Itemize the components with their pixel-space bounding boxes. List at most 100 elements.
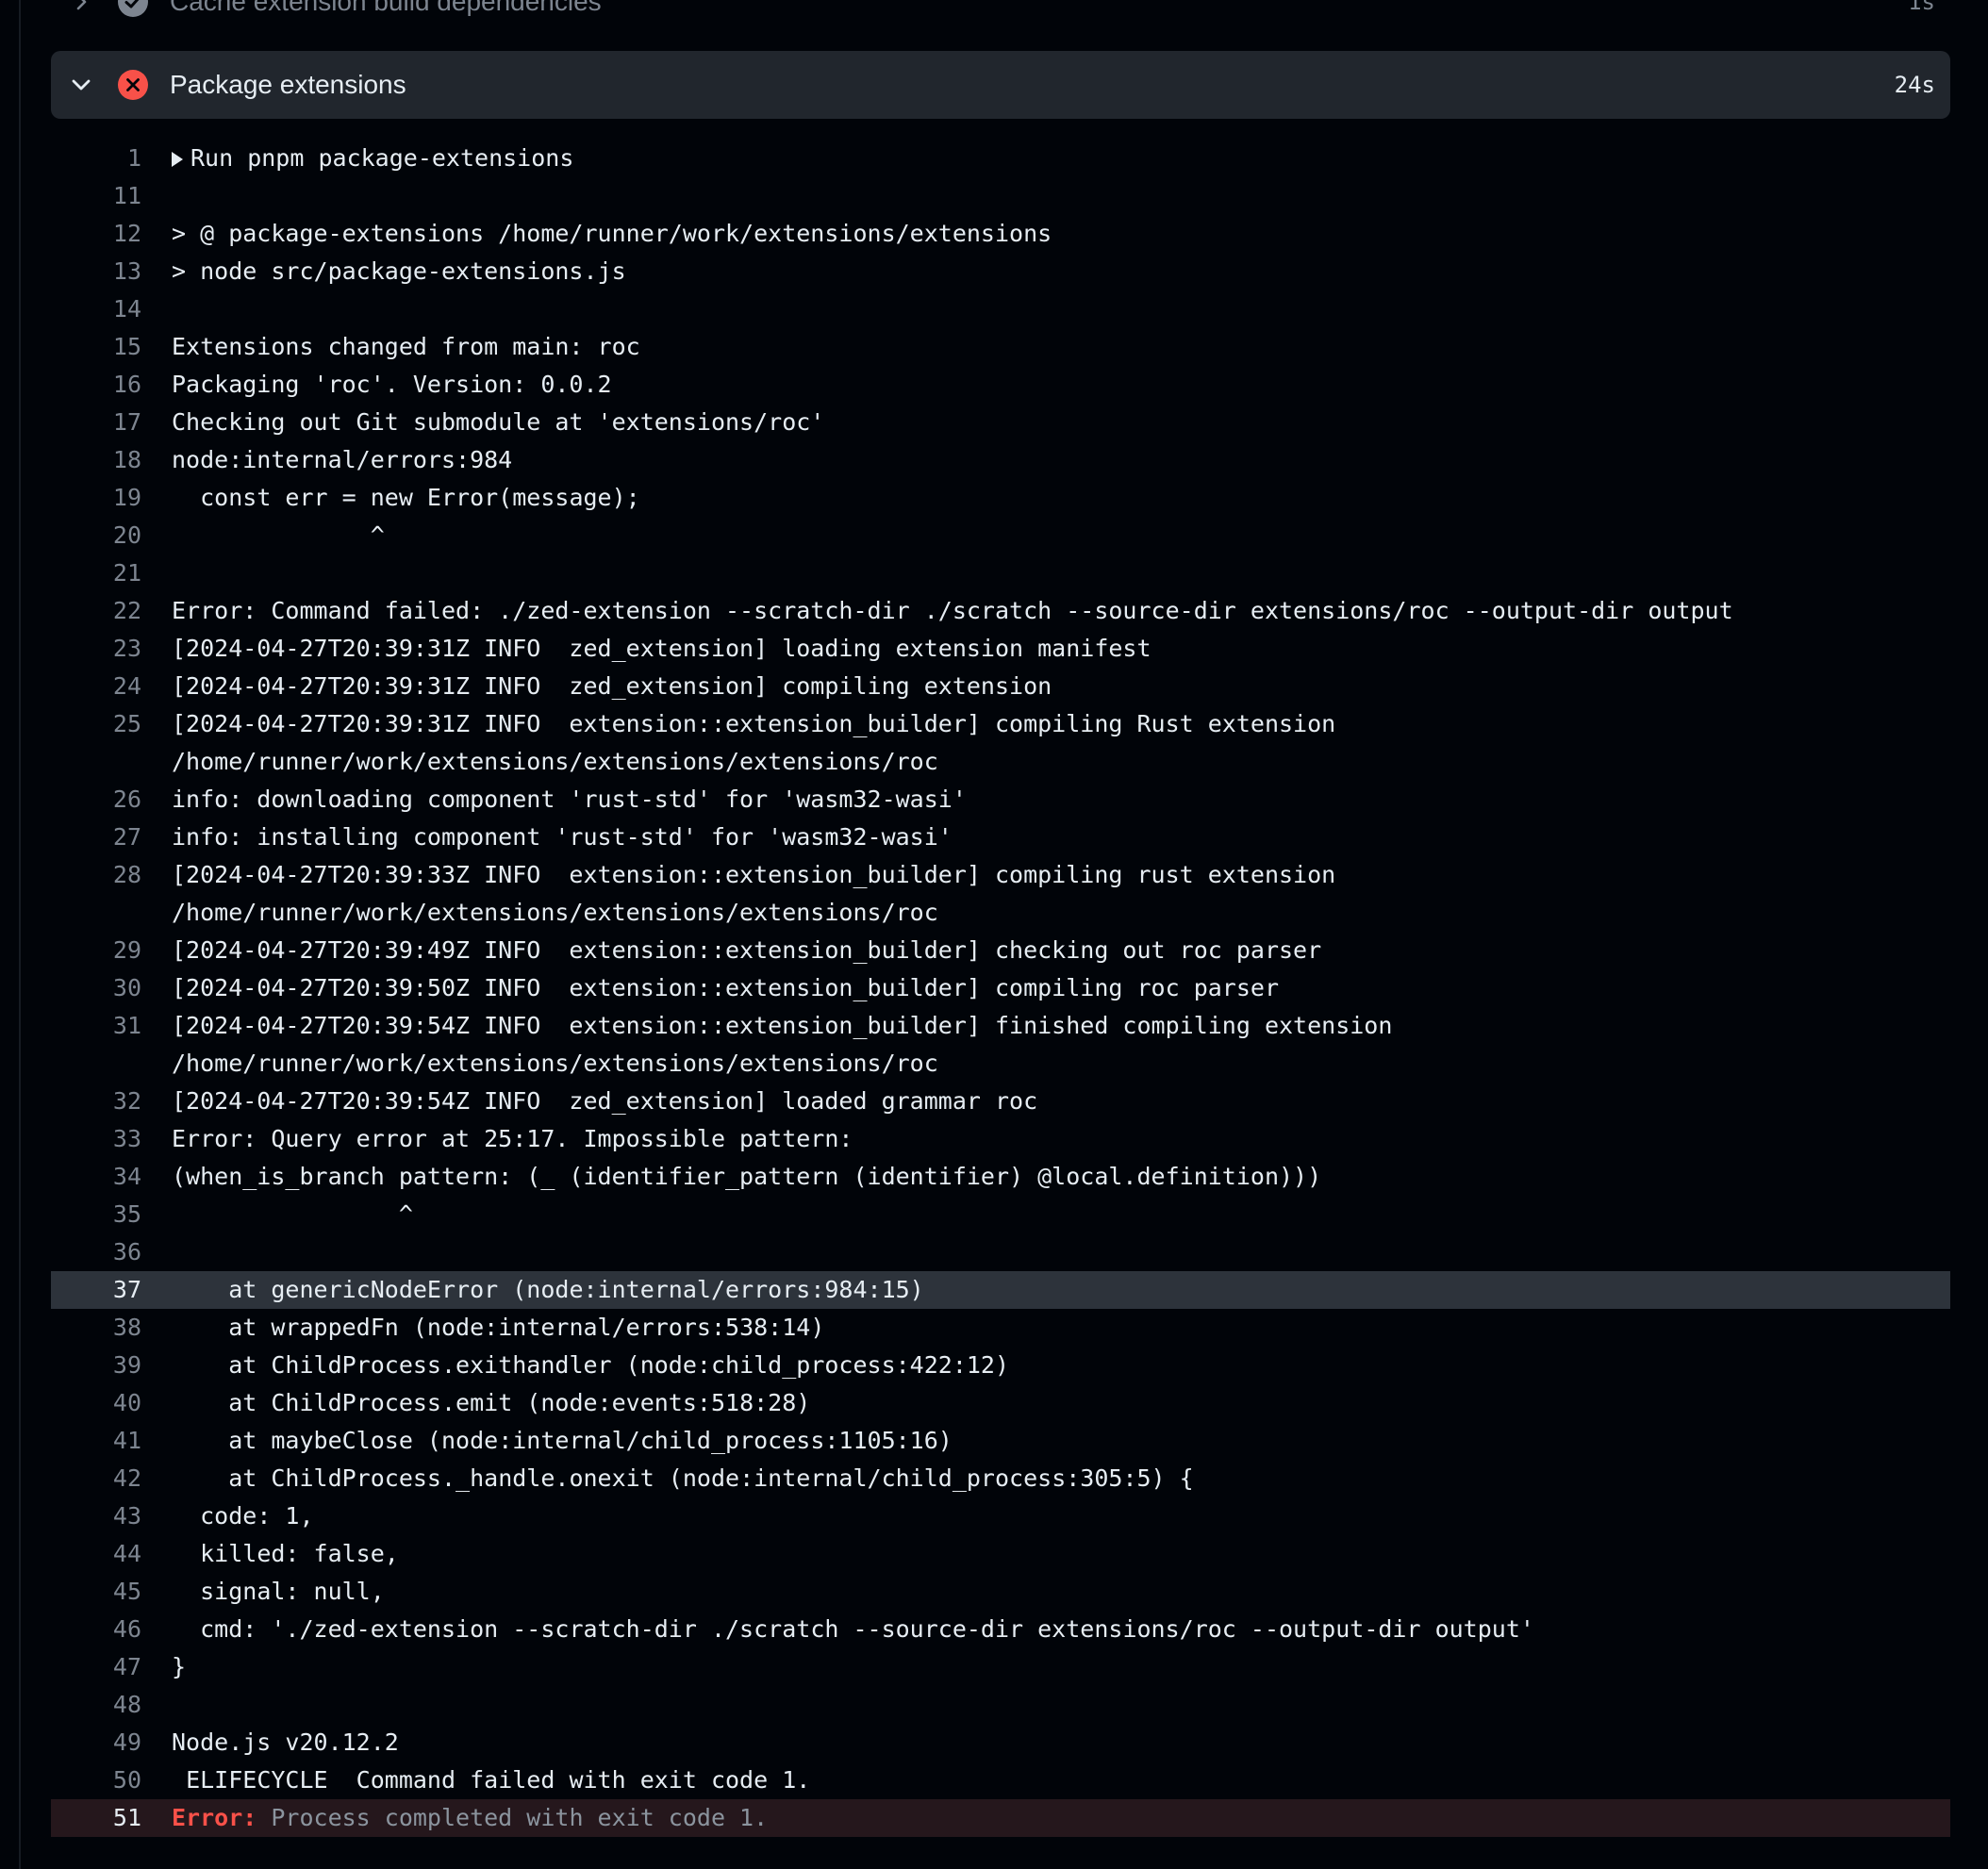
line-number[interactable]: 22 xyxy=(51,592,141,630)
line-number[interactable]: 29 xyxy=(51,932,141,969)
line-number[interactable]: 51 xyxy=(51,1799,141,1837)
line-number[interactable]: 30 xyxy=(51,969,141,1007)
line-number[interactable]: 46 xyxy=(51,1611,141,1648)
line-number[interactable]: 48 xyxy=(51,1686,141,1724)
error-message: Process completed with exit code 1. xyxy=(257,1804,769,1831)
step-header-package-extensions[interactable]: Package extensions 24s xyxy=(51,51,1950,119)
log-text: [2024-04-27T20:39:54Z INFO extension::ex… xyxy=(172,1012,1393,1077)
log-line: 50 ELIFECYCLE Command failed with exit c… xyxy=(51,1761,1950,1799)
log-line: 18 node:internal/errors:984 xyxy=(51,441,1950,479)
log-line: 40 at ChildProcess.emit (node:events:518… xyxy=(51,1384,1950,1422)
log-group-toggle[interactable]: Run pnpm package-extensions xyxy=(141,140,1945,177)
log-text: [2024-04-27T20:39:33Z INFO extension::ex… xyxy=(172,861,1336,926)
log-text: at ChildProcess._handle.onexit (node:int… xyxy=(172,1464,1194,1492)
line-number[interactable]: 16 xyxy=(51,366,141,404)
log-text: > node src/package-extensions.js xyxy=(172,257,626,285)
log-text: info: installing component 'rust-std' fo… xyxy=(172,823,953,851)
log-line-error: 51 Error: Process completed with exit co… xyxy=(51,1799,1950,1837)
line-number[interactable]: 27 xyxy=(51,819,141,856)
line-number[interactable]: 45 xyxy=(51,1573,141,1611)
log-line: 19 const err = new Error(message); xyxy=(51,479,1950,517)
line-number[interactable]: 32 xyxy=(51,1083,141,1120)
line-number[interactable]: 44 xyxy=(51,1535,141,1573)
log-text: [2024-04-27T20:39:54Z INFO zed_extension… xyxy=(172,1087,1038,1115)
line-number[interactable]: 1 xyxy=(51,140,141,177)
line-number[interactable]: 19 xyxy=(51,479,141,517)
line-number[interactable]: 13 xyxy=(51,253,141,290)
log-line: 22 Error: Command failed: ./zed-extensio… xyxy=(51,592,1950,630)
log-text: Error: Command failed: ./zed-extension -… xyxy=(172,597,1733,624)
step-header-cache-dependencies[interactable]: Cache extension build dependencies 1s xyxy=(51,0,1950,32)
step-title: Package extensions xyxy=(170,70,406,99)
log-text: const err = new Error(message); xyxy=(172,484,640,511)
line-number[interactable]: 14 xyxy=(51,290,141,328)
line-number[interactable]: 17 xyxy=(51,404,141,441)
line-number[interactable]: 24 xyxy=(51,668,141,705)
line-number[interactable]: 43 xyxy=(51,1497,141,1535)
line-number[interactable]: 25 xyxy=(51,705,141,743)
log-line: 26 info: downloading component 'rust-std… xyxy=(51,781,1950,819)
log-text: Error: Process completed with exit code … xyxy=(141,1799,1945,1837)
chevron-down-icon[interactable] xyxy=(62,74,100,96)
log-text: ^ xyxy=(172,1200,413,1228)
line-number[interactable]: 26 xyxy=(51,781,141,819)
line-number[interactable]: 41 xyxy=(51,1422,141,1460)
log-line: 38 at wrappedFn (node:internal/errors:53… xyxy=(51,1309,1950,1347)
line-number[interactable]: 28 xyxy=(51,856,141,894)
line-number[interactable]: 20 xyxy=(51,517,141,554)
line-number[interactable]: 33 xyxy=(51,1120,141,1158)
log-text: [2024-04-27T20:39:49Z INFO extension::ex… xyxy=(172,936,1322,964)
log-text: Extensions changed from main: roc xyxy=(172,333,640,360)
log-text: at maybeClose (node:internal/child_proce… xyxy=(172,1427,953,1454)
log-line: 47 } xyxy=(51,1648,1950,1686)
log-line: 29 [2024-04-27T20:39:49Z INFO extension:… xyxy=(51,932,1950,969)
line-number[interactable]: 37 xyxy=(51,1271,141,1309)
log-line: 32 [2024-04-27T20:39:54Z INFO zed_extens… xyxy=(51,1083,1950,1120)
log-line: 28 [2024-04-27T20:39:33Z INFO extension:… xyxy=(51,856,1950,932)
line-number[interactable]: 36 xyxy=(51,1233,141,1271)
chevron-right-icon[interactable] xyxy=(62,0,100,12)
line-number[interactable]: 47 xyxy=(51,1648,141,1686)
step-duration: 24s xyxy=(1894,72,1935,98)
log-line: 36 xyxy=(51,1233,1950,1271)
log-text: } xyxy=(172,1653,187,1680)
log-text: cmd: './zed-extension --scratch-dir ./sc… xyxy=(172,1615,1534,1643)
line-number[interactable]: 40 xyxy=(51,1384,141,1422)
log-text: Packaging 'roc'. Version: 0.0.2 xyxy=(172,371,612,398)
line-number[interactable]: 39 xyxy=(51,1347,141,1384)
log-text: code: 1, xyxy=(172,1502,314,1530)
log-line: 16 Packaging 'roc'. Version: 0.0.2 xyxy=(51,366,1950,404)
log-text: at genericNodeError (node:internal/error… xyxy=(172,1276,924,1303)
line-number[interactable]: 38 xyxy=(51,1309,141,1347)
line-number[interactable]: 12 xyxy=(51,215,141,253)
line-number[interactable]: 49 xyxy=(51,1724,141,1761)
line-number[interactable]: 11 xyxy=(51,177,141,215)
line-number[interactable]: 34 xyxy=(51,1158,141,1196)
log-text: (when_is_branch pattern: (_ (identifier_… xyxy=(172,1163,1322,1190)
log-line: 27 info: installing component 'rust-std'… xyxy=(51,819,1950,856)
caret-right-icon[interactable] xyxy=(172,152,183,167)
log-line: 11 xyxy=(51,177,1950,215)
log-line: 45 signal: null, xyxy=(51,1573,1950,1611)
log-line: 21 xyxy=(51,554,1950,592)
log-line: 14 xyxy=(51,290,1950,328)
log-line[interactable]: 1 Run pnpm package-extensions xyxy=(51,140,1950,177)
line-number[interactable]: 31 xyxy=(51,1007,141,1045)
log-line: 46 cmd: './zed-extension --scratch-dir .… xyxy=(51,1611,1950,1648)
log-text: signal: null, xyxy=(172,1578,385,1605)
log-line: 17 Checking out Git submodule at 'extens… xyxy=(51,404,1950,441)
log-line: 15 Extensions changed from main: roc xyxy=(51,328,1950,366)
log-output: 1 Run pnpm package-extensions 11 12 > @ … xyxy=(51,140,1950,1837)
log-line: 20 ^ xyxy=(51,517,1950,554)
line-number[interactable]: 18 xyxy=(51,441,141,479)
line-number[interactable]: 23 xyxy=(51,630,141,668)
line-number[interactable]: 50 xyxy=(51,1761,141,1799)
line-number[interactable]: 42 xyxy=(51,1460,141,1497)
left-border xyxy=(19,0,21,1869)
line-number[interactable]: 35 xyxy=(51,1196,141,1233)
line-number[interactable]: 21 xyxy=(51,554,141,592)
log-line: 42 at ChildProcess._handle.onexit (node:… xyxy=(51,1460,1950,1497)
log-line: 39 at ChildProcess.exithandler (node:chi… xyxy=(51,1347,1950,1384)
log-text: at ChildProcess.exithandler (node:child_… xyxy=(172,1351,1010,1379)
line-number[interactable]: 15 xyxy=(51,328,141,366)
